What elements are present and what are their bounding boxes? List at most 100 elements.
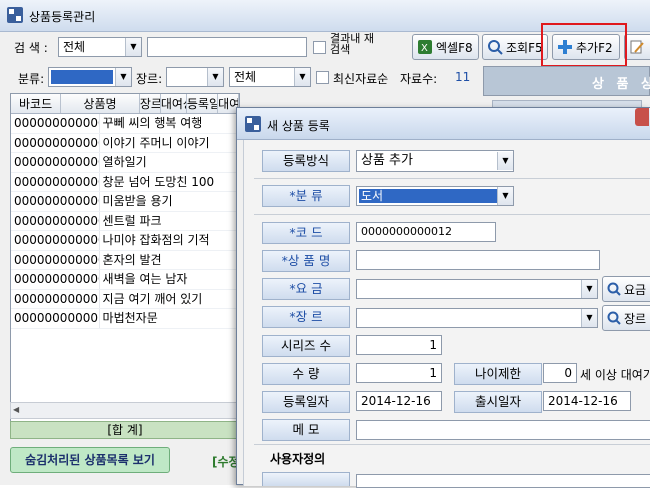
- chevron-down-icon[interactable]: ▼: [115, 68, 131, 86]
- age-limit-input[interactable]: 0: [543, 363, 577, 383]
- memo-label: 메 모: [262, 419, 350, 441]
- genre-label: *장 르: [262, 306, 350, 328]
- barcode-cell: 0000000000001: [11, 114, 100, 133]
- series-label: 시리즈 수: [262, 335, 350, 357]
- table-sum-row: [합 계]: [10, 421, 240, 439]
- edit-button[interactable]: [624, 34, 650, 60]
- genre-button[interactable]: 장르: [602, 305, 650, 331]
- research-checkbox[interactable]: [313, 41, 326, 54]
- table-row[interactable]: 0000000000010지금 여기 깨어 있기: [11, 289, 239, 309]
- category-filter-label: 분류:: [18, 72, 45, 86]
- table-row[interactable]: 0000000000001꾸뻬 씨의 행복 여행: [11, 114, 239, 134]
- table-row[interactable]: 0000000000006센트럴 파크: [11, 211, 239, 231]
- barcode-cell: 0000000000004: [11, 172, 100, 191]
- recent-order-checkbox[interactable]: [316, 71, 329, 84]
- table-horizontal-scrollbar[interactable]: ◀: [10, 402, 240, 419]
- chevron-down-icon[interactable]: ▼: [294, 68, 310, 86]
- fee-label: *요 금: [262, 278, 350, 300]
- chevron-down-icon[interactable]: ▼: [581, 309, 597, 327]
- product-name-cell: 혼자의 발견: [100, 250, 239, 269]
- table-row[interactable]: 0000000000002이야기 주머니 이야기: [11, 133, 239, 153]
- dialog-title: 새 상품 등록: [267, 119, 330, 133]
- hidden-products-button[interactable]: 숨김처리된 상품목록 보기: [10, 447, 170, 473]
- quantity-input[interactable]: 1: [356, 363, 442, 383]
- column-header[interactable]: 등록일자: [187, 94, 219, 113]
- chevron-down-icon[interactable]: ▼: [125, 38, 141, 56]
- search-icon: [607, 311, 621, 325]
- column-header[interactable]: 대여상태: [161, 94, 187, 113]
- reg-method-value: 상품 추가: [361, 153, 413, 168]
- code-input[interactable]: 0000000000012: [356, 222, 496, 242]
- release-date-input[interactable]: 2014-12-16: [543, 391, 631, 411]
- product-name-cell: 미움받을 용기: [100, 192, 239, 211]
- excel-button-label: 엑셀F8: [436, 40, 473, 55]
- table-row[interactable]: 0000000000008혼자의 발견: [11, 250, 239, 270]
- fee-select[interactable]: ▼: [356, 279, 598, 299]
- release-date-label: 출시일자: [454, 391, 542, 413]
- search-scope-select[interactable]: 전체 ▼: [58, 37, 142, 57]
- table-row[interactable]: 0000000000003열하일기: [11, 153, 239, 173]
- reg-date-input[interactable]: 2014-12-16: [356, 391, 442, 411]
- reg-method-label: 등록방식: [262, 150, 350, 172]
- search-input[interactable]: [147, 37, 307, 57]
- research-label: 결과내 재검색: [330, 32, 374, 56]
- highlight-box: [541, 23, 627, 67]
- product-name-cell: 새벽을 여는 남자: [100, 270, 239, 289]
- excel-button[interactable]: X 엑셀F8: [412, 34, 479, 60]
- barcode-cell: 0000000000003: [11, 153, 100, 172]
- genre-filter-select[interactable]: ▼: [166, 67, 224, 87]
- barcode-cell: 0000000000005: [11, 192, 100, 211]
- genre-select[interactable]: ▼: [356, 308, 598, 328]
- column-header[interactable]: 장르: [140, 94, 161, 113]
- table-row[interactable]: 0000000000007나미야 잡화점의 기적: [11, 231, 239, 251]
- dialog-app-icon: [245, 116, 261, 132]
- memo-input[interactable]: [356, 420, 650, 440]
- product-name-cell: 지금 여기 깨어 있기: [100, 289, 239, 308]
- divider: [254, 444, 650, 445]
- product-name-cell: 마법천자문: [100, 309, 239, 328]
- genre-filter-label: 장르:: [136, 72, 163, 86]
- barcode-cell: 0000000000011: [11, 309, 100, 328]
- table-row[interactable]: 0000000000009새벽을 여는 남자: [11, 270, 239, 290]
- scroll-left-icon[interactable]: ◀: [13, 405, 19, 414]
- window-title: 상품등록관리: [29, 10, 96, 24]
- category-value: 도서: [359, 189, 497, 203]
- series-input[interactable]: 1: [356, 335, 442, 355]
- chevron-down-icon[interactable]: ▼: [207, 68, 223, 86]
- barcode-cell: 0000000000007: [11, 231, 100, 250]
- table-row[interactable]: 0000000000011마법천자문: [11, 309, 239, 329]
- right-panel-title: 상 품 상: [592, 77, 650, 92]
- barcode-cell: 0000000000006: [11, 211, 100, 230]
- chevron-down-icon[interactable]: ▼: [497, 152, 513, 170]
- barcode-cell: 0000000000008: [11, 250, 100, 269]
- custom-field-input[interactable]: [356, 474, 650, 488]
- count-value: 11: [455, 70, 471, 84]
- new-product-dialog: 새 상품 등록 등록방식 상품 추가 ▼ *분 류 도서 ▼ *코 드 0000…: [236, 107, 650, 488]
- custom-field-label: [262, 472, 350, 486]
- column-header[interactable]: 바코드: [11, 94, 62, 113]
- age-limit-label: 나이제한: [454, 363, 542, 385]
- reg-method-select[interactable]: 상품 추가 ▼: [356, 150, 514, 172]
- genre-button-label: 장르: [624, 311, 647, 326]
- query-button[interactable]: 조회F5: [482, 34, 548, 60]
- custom-section-title: 사용자정의: [270, 452, 326, 466]
- category-select[interactable]: 도서 ▼: [356, 186, 514, 206]
- quantity-label: 수 량: [262, 363, 350, 385]
- dialog-body: 등록방식 상품 추가 ▼ *분 류 도서 ▼ *코 드 000000000001…: [243, 140, 650, 488]
- chevron-down-icon[interactable]: ▼: [497, 187, 513, 205]
- category-label: *분 류: [262, 185, 350, 207]
- search-icon: [607, 282, 621, 296]
- product-name-input[interactable]: [356, 250, 600, 270]
- chevron-down-icon[interactable]: ▼: [581, 280, 597, 298]
- table-header: 바코드 상품명 장르 대여상태 등록일자 대여: [11, 94, 239, 114]
- right-panel-header: 상 품 상: [483, 66, 650, 96]
- column-header[interactable]: 상품명: [61, 94, 140, 113]
- svg-text:X: X: [421, 43, 428, 54]
- edit-icon: [630, 40, 644, 54]
- status-filter-select[interactable]: 전체 ▼: [229, 67, 311, 87]
- table-row[interactable]: 0000000000005미움받을 용기: [11, 192, 239, 212]
- close-icon[interactable]: [635, 108, 649, 126]
- table-row[interactable]: 0000000000004창문 넘어 도망친 100: [11, 172, 239, 192]
- fee-button[interactable]: 요금: [602, 276, 650, 302]
- category-filter-select[interactable]: ▼: [48, 67, 132, 87]
